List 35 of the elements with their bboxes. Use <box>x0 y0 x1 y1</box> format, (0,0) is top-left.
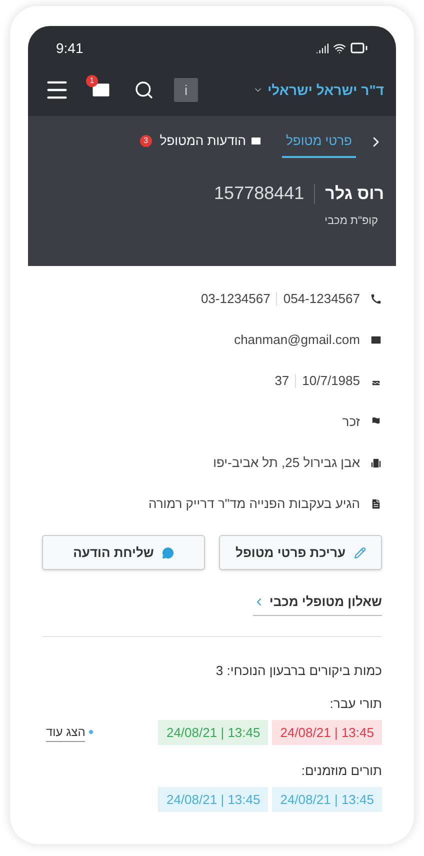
visits-count: כמות ביקורים ברבעון הנוכחי: 3 <box>216 662 382 680</box>
document-icon <box>370 498 382 510</box>
detail-text: chanman@gmail.com <box>234 331 360 350</box>
action-button[interactable]: שליחת הודעה <box>42 535 205 570</box>
tab[interactable]: פרטי מטופל <box>282 126 356 158</box>
detail-text: זכר <box>342 413 360 432</box>
appointment-chip: 13:45 | 24/08/21 <box>272 720 382 745</box>
appointment-chip: 13:45 | 24/08/21 <box>158 720 268 745</box>
action-button[interactable]: עריכת פרטי מטופל <box>219 535 382 570</box>
detail-text: 37 <box>274 372 290 390</box>
detail-text: 10/7/1985 <box>302 372 360 390</box>
info-button[interactable]: i <box>174 78 198 102</box>
search-icon[interactable] <box>134 80 154 100</box>
detail-text: 03-1234567 <box>200 290 270 308</box>
detail-text: 054-1234567 <box>283 290 360 308</box>
section-title: תורי עבר: <box>330 695 382 713</box>
questionnaire-link[interactable]: שאלון מטופלי מכבי <box>253 592 382 616</box>
patient-id: 157788441 <box>214 182 304 205</box>
status-time: 9:41 <box>56 38 84 58</box>
health-fund: קופ"ת מכבי <box>324 214 378 229</box>
appointment-chip: 13:45 | 24/08/21 <box>272 786 382 812</box>
wifi-icon <box>333 42 346 54</box>
notification-badge: 1 <box>86 75 98 87</box>
appointment-chip: 13:45 | 24/08/21 <box>158 786 268 812</box>
detail-text: אבן גבירול 25, תל אביב-יפו <box>213 454 360 472</box>
signal-icon <box>316 42 329 54</box>
phone-icon <box>370 293 382 305</box>
chat-bubble-icon <box>162 546 174 558</box>
user-menu[interactable]: ד"ר ישראל ישראלי <box>253 80 384 100</box>
pencil-icon <box>354 546 366 558</box>
section-title: תורים מוזמנים: <box>301 762 382 780</box>
detail-text: הגיע בעקבות הפנייה מד"ר דרייק רמורה <box>148 495 360 514</box>
show-more-link[interactable]: הצג עוד <box>46 722 86 742</box>
patient-name: רוס גלר <box>325 182 384 205</box>
count-badge: 3 <box>140 135 152 147</box>
